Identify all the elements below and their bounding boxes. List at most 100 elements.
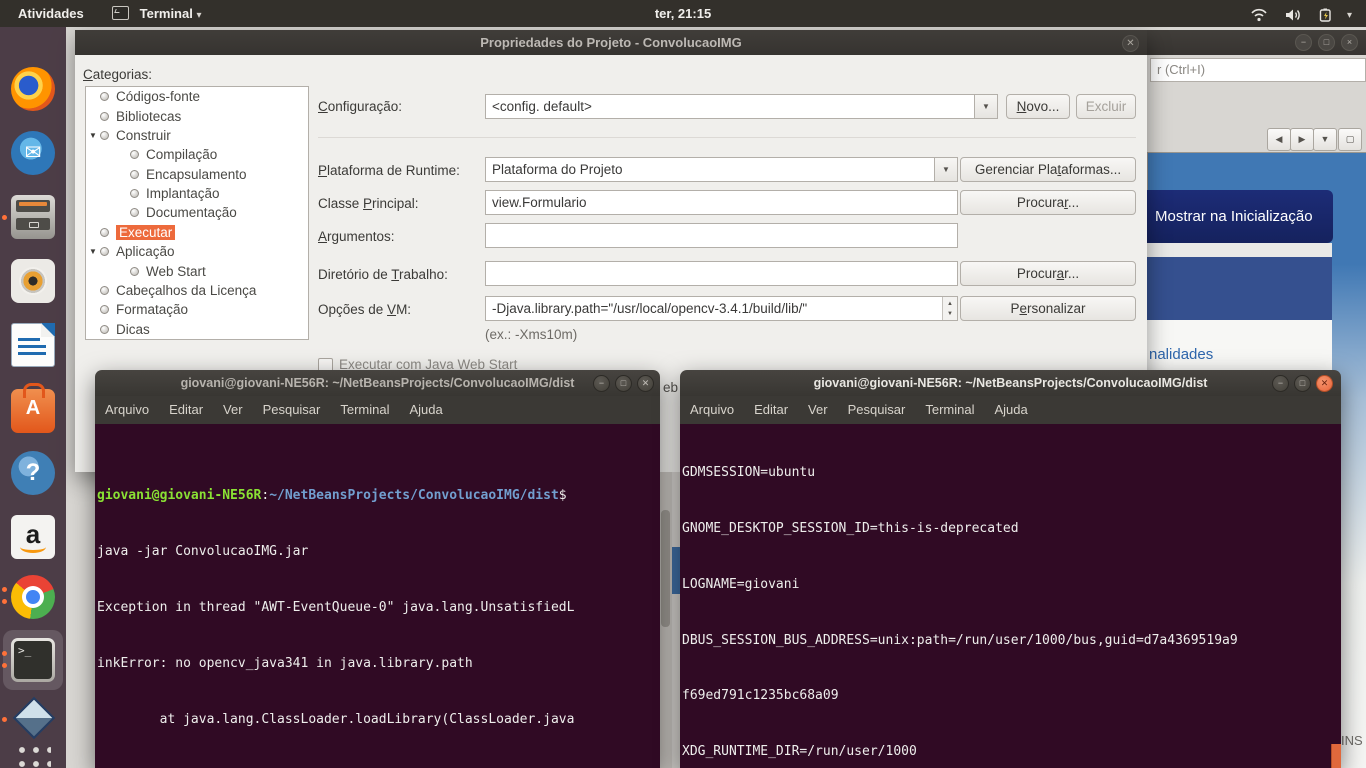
tree-bullet-icon: [100, 228, 109, 237]
expand-triangle-icon[interactable]: ▼: [86, 131, 100, 140]
dock: ✉ A ? a >_: [0, 27, 66, 768]
tree-item-construir[interactable]: ▼Construir: [86, 126, 308, 145]
running-indicator-dot: [2, 663, 7, 668]
tree-bullet-icon: [130, 208, 139, 217]
excluir-button[interactable]: Excluir: [1076, 94, 1136, 119]
terminal-dock-icon[interactable]: >_: [11, 638, 55, 682]
menu-ajuda[interactable]: Ajuda: [985, 396, 1038, 424]
libreoffice-writer-icon[interactable]: [11, 323, 55, 367]
show-on-startup-label: Mostrar na Inicialização: [1155, 208, 1313, 225]
menu-editar[interactable]: Editar: [744, 396, 798, 424]
procurar2-button[interactable]: Procurar...: [960, 261, 1136, 286]
webstart-help-fragment: eb: [663, 380, 678, 395]
menu-terminal[interactable]: Terminal: [915, 396, 984, 424]
chevron-down-icon[interactable]: ▼: [934, 158, 957, 181]
chrome-icon[interactable]: [11, 575, 55, 619]
tree-item-encapsulamento[interactable]: Encapsulamento: [86, 165, 308, 184]
amazon-icon[interactable]: a: [11, 515, 55, 559]
classe-principal-input[interactable]: view.Formulario: [485, 190, 958, 215]
menu-arquivo[interactable]: Arquivo: [680, 396, 744, 424]
system-status-area[interactable]: ▾: [1237, 0, 1352, 29]
vm-options-input[interactable]: -Djava.library.path="/usr/local/opencv-3…: [485, 296, 958, 321]
runtime-label: Plataforma de Runtime:: [318, 163, 460, 178]
personalizar-button[interactable]: Personalizar: [960, 296, 1136, 321]
terminal-titlebar[interactable]: giovani@giovani-NE56R: ~/NetBeansProject…: [680, 370, 1341, 396]
tree-item-formatacao[interactable]: Formatação: [86, 300, 308, 319]
netbeans-minimize-button[interactable]: −: [1295, 34, 1312, 51]
forward-arrow-button[interactable]: ▶: [1290, 128, 1314, 151]
menu-ver[interactable]: Ver: [798, 396, 838, 424]
netbeans-scrollbar-sliver: [660, 472, 680, 768]
ubuntu-software-icon[interactable]: A: [11, 389, 55, 433]
vm-options-label: Opções de VM:: [318, 302, 411, 317]
tree-item-implantacao[interactable]: Implantação: [86, 184, 308, 203]
tree-item-cabecalhos[interactable]: Cabeçalhos da Licença: [86, 281, 308, 300]
expand-triangle-icon[interactable]: ▼: [86, 247, 100, 256]
chevron-down-icon[interactable]: ▼: [974, 95, 997, 118]
tree-bullet-icon: [100, 247, 109, 256]
scrollbar-thumb[interactable]: [661, 510, 670, 627]
tree-item-codigos-fonte[interactable]: Códigos-fonte: [86, 87, 308, 106]
show-applications-icon[interactable]: [15, 743, 51, 768]
menu-ver[interactable]: Ver: [213, 396, 253, 424]
argumentos-input[interactable]: [485, 223, 958, 248]
dialog-close-icon[interactable]: ✕: [1122, 35, 1139, 52]
gerenciar-plataformas-button[interactable]: Gerenciar Plataformas...: [960, 157, 1136, 182]
tree-item-bibliotecas[interactable]: Bibliotecas: [86, 106, 308, 125]
terminal-line: f69ed791c1235bc68a09: [682, 687, 1341, 706]
minimize-icon[interactable]: −: [593, 375, 610, 392]
top-bar: Atividades Terminal ▾ ter, 21:15 ▾: [0, 0, 1366, 27]
terminal-output[interactable]: giovani@giovani-NE56R:~/NetBeansProjects…: [95, 424, 660, 768]
menu-pesquisar[interactable]: Pesquisar: [838, 396, 916, 424]
configuracao-label: Configuração:: [318, 99, 402, 114]
procurar-button[interactable]: Procurar...: [960, 190, 1136, 215]
minimize-icon[interactable]: −: [1272, 375, 1289, 392]
firefox-icon[interactable]: [11, 67, 55, 111]
netbeans-maximize-button[interactable]: □: [1318, 34, 1335, 51]
tree-item-compilacao[interactable]: Compilação: [86, 145, 308, 164]
running-indicator-dot: [2, 651, 7, 656]
tree-item-aplicacao[interactable]: ▼Aplicação: [86, 242, 308, 261]
terminal-title: giovani@giovani-NE56R: ~/NetBeansProject…: [95, 370, 660, 396]
maximize-icon[interactable]: □: [615, 375, 632, 392]
rhythmbox-icon[interactable]: [11, 259, 55, 303]
terminal-scrollbar-thumb[interactable]: [1331, 744, 1341, 768]
thunderbird-icon[interactable]: ✉: [11, 131, 55, 175]
clock[interactable]: ter, 21:15: [0, 0, 1366, 27]
menu-terminal[interactable]: Terminal: [330, 396, 399, 424]
terminal-titlebar[interactable]: giovani@giovani-NE56R: ~/NetBeansProject…: [95, 370, 660, 396]
volume-icon: [1285, 8, 1303, 22]
desktop: − □ × r (Ctrl+I) ◀ ▶ ▼ ▢ Mostrar na Inic…: [0, 0, 1366, 768]
netbeans-close-button[interactable]: ×: [1341, 34, 1358, 51]
configuracao-combobox[interactable]: <config. default> ▼: [485, 94, 998, 119]
menu-editar[interactable]: Editar: [159, 396, 213, 424]
terminal-output[interactable]: GDMSESSION=ubuntu GNOME_DESKTOP_SESSION_…: [680, 424, 1341, 768]
netbeans-search-input[interactable]: r (Ctrl+I): [1150, 58, 1366, 82]
maximize-icon[interactable]: □: [1294, 375, 1311, 392]
tree-item-web-start[interactable]: Web Start: [86, 261, 308, 280]
chevron-down-icon: ▾: [1347, 10, 1352, 21]
diretorio-input[interactable]: [485, 261, 958, 286]
menu-pesquisar[interactable]: Pesquisar: [253, 396, 331, 424]
prompt-line: giovani@giovani-NE56R:~/NetBeansProjects…: [97, 487, 660, 506]
tree-item-dicas[interactable]: Dicas: [86, 320, 308, 339]
close-icon[interactable]: ✕: [637, 375, 654, 392]
features-link[interactable]: nalidades: [1149, 346, 1213, 363]
novo-button[interactable]: Novo...: [1006, 94, 1070, 119]
netbeans-dock-icon[interactable]: [15, 699, 51, 735]
back-arrow-button[interactable]: ◀: [1267, 128, 1291, 151]
terminal-window-left: giovani@giovani-NE56R: ~/NetBeansProject…: [95, 370, 660, 768]
files-icon[interactable]: [11, 195, 55, 239]
spinner-arrows-icon[interactable]: ▲▼: [942, 297, 957, 320]
menu-arquivo[interactable]: Arquivo: [95, 396, 159, 424]
tree-item-documentacao[interactable]: Documentação: [86, 203, 308, 222]
dropdown-button[interactable]: ▼: [1313, 128, 1337, 151]
help-icon[interactable]: ?: [11, 451, 55, 495]
close-icon[interactable]: ✕: [1316, 375, 1333, 392]
runtime-combobox[interactable]: Plataforma do Projeto ▼: [485, 157, 958, 182]
tree-item-executar[interactable]: Executar: [86, 223, 308, 242]
running-indicator-dot: [2, 717, 7, 722]
menu-ajuda[interactable]: Ajuda: [400, 396, 453, 424]
dialog-titlebar[interactable]: Propriedades do Projeto - ConvolucaoIMG …: [75, 30, 1147, 55]
maximize-view-button[interactable]: ▢: [1338, 128, 1362, 151]
